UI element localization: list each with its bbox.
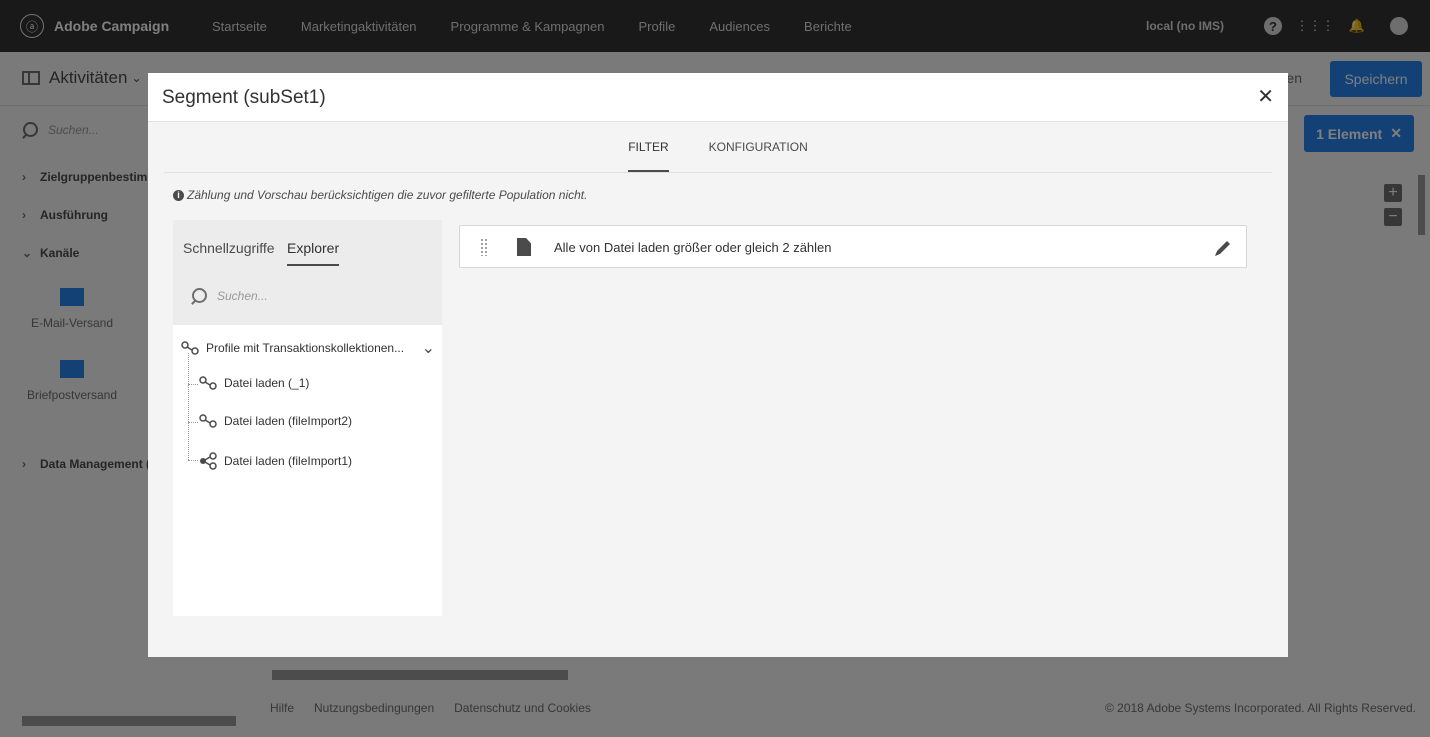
- tab-explorer[interactable]: Explorer: [287, 240, 340, 266]
- link-icon: [199, 376, 217, 390]
- info-message: i Zählung und Vorschau berücksichtigen d…: [173, 188, 587, 202]
- tree-connector: [188, 460, 198, 461]
- info-icon: i: [173, 189, 184, 201]
- edit-pencil-icon[interactable]: [1212, 237, 1234, 259]
- tree-item[interactable]: Datei laden (fileImport2): [199, 414, 352, 428]
- dialog-title: Segment (subSet1): [162, 87, 326, 108]
- chevron-down-icon[interactable]: ⌄: [422, 338, 435, 358]
- tab-schnellzugriffe[interactable]: Schnellzugriffe: [183, 240, 275, 264]
- tab-konfiguration[interactable]: KONFIGURATION: [709, 122, 808, 172]
- dialog-header: Segment (subSet1) ✕: [148, 73, 1288, 122]
- tree-item[interactable]: Datei laden (fileImport1): [199, 452, 352, 470]
- tree-connector: [188, 353, 189, 460]
- tree-item-label: Datei laden (_1): [224, 376, 310, 390]
- segment-dialog: Segment (subSet1) ✕ FILTER KONFIGURATION…: [148, 73, 1288, 657]
- dialog-tabs: FILTER KONFIGURATION: [148, 122, 1288, 172]
- tree-item-label: Datei laden (fileImport1): [224, 454, 353, 468]
- info-text: Zählung und Vorschau berücksichtigen die…: [187, 188, 588, 202]
- close-icon[interactable]: ✕: [1257, 87, 1274, 107]
- drag-handle-icon[interactable]: [480, 238, 488, 256]
- filter-rule-text: Alle von Datei laden größer oder gleich …: [554, 240, 832, 255]
- tab-divider: [164, 172, 1272, 173]
- tree-connector: [188, 384, 198, 385]
- link-icon: [181, 341, 199, 355]
- explorer-header: Schnellzugriffe Explorer Suchen...: [173, 220, 442, 325]
- share-icon: [200, 452, 217, 470]
- search-icon: [191, 288, 207, 304]
- tree-root-label: Profile mit Transaktionskollektionen...: [206, 341, 405, 355]
- explorer-search-input[interactable]: Suchen...: [217, 289, 268, 303]
- tab-filter[interactable]: FILTER: [628, 122, 670, 172]
- tree-connector: [188, 422, 198, 423]
- tree-root-item[interactable]: Profile mit Transaktionskollektionen... …: [181, 338, 435, 358]
- document-icon: [517, 238, 531, 256]
- explorer-search[interactable]: Suchen...: [191, 288, 268, 304]
- tree-item-label: Datei laden (fileImport2): [224, 414, 353, 428]
- tree-item[interactable]: Datei laden (_1): [199, 376, 309, 390]
- link-icon: [199, 414, 217, 428]
- explorer-panel: Schnellzugriffe Explorer Suchen... Profi…: [173, 220, 442, 616]
- filter-rule-row[interactable]: Alle von Datei laden größer oder gleich …: [459, 225, 1247, 268]
